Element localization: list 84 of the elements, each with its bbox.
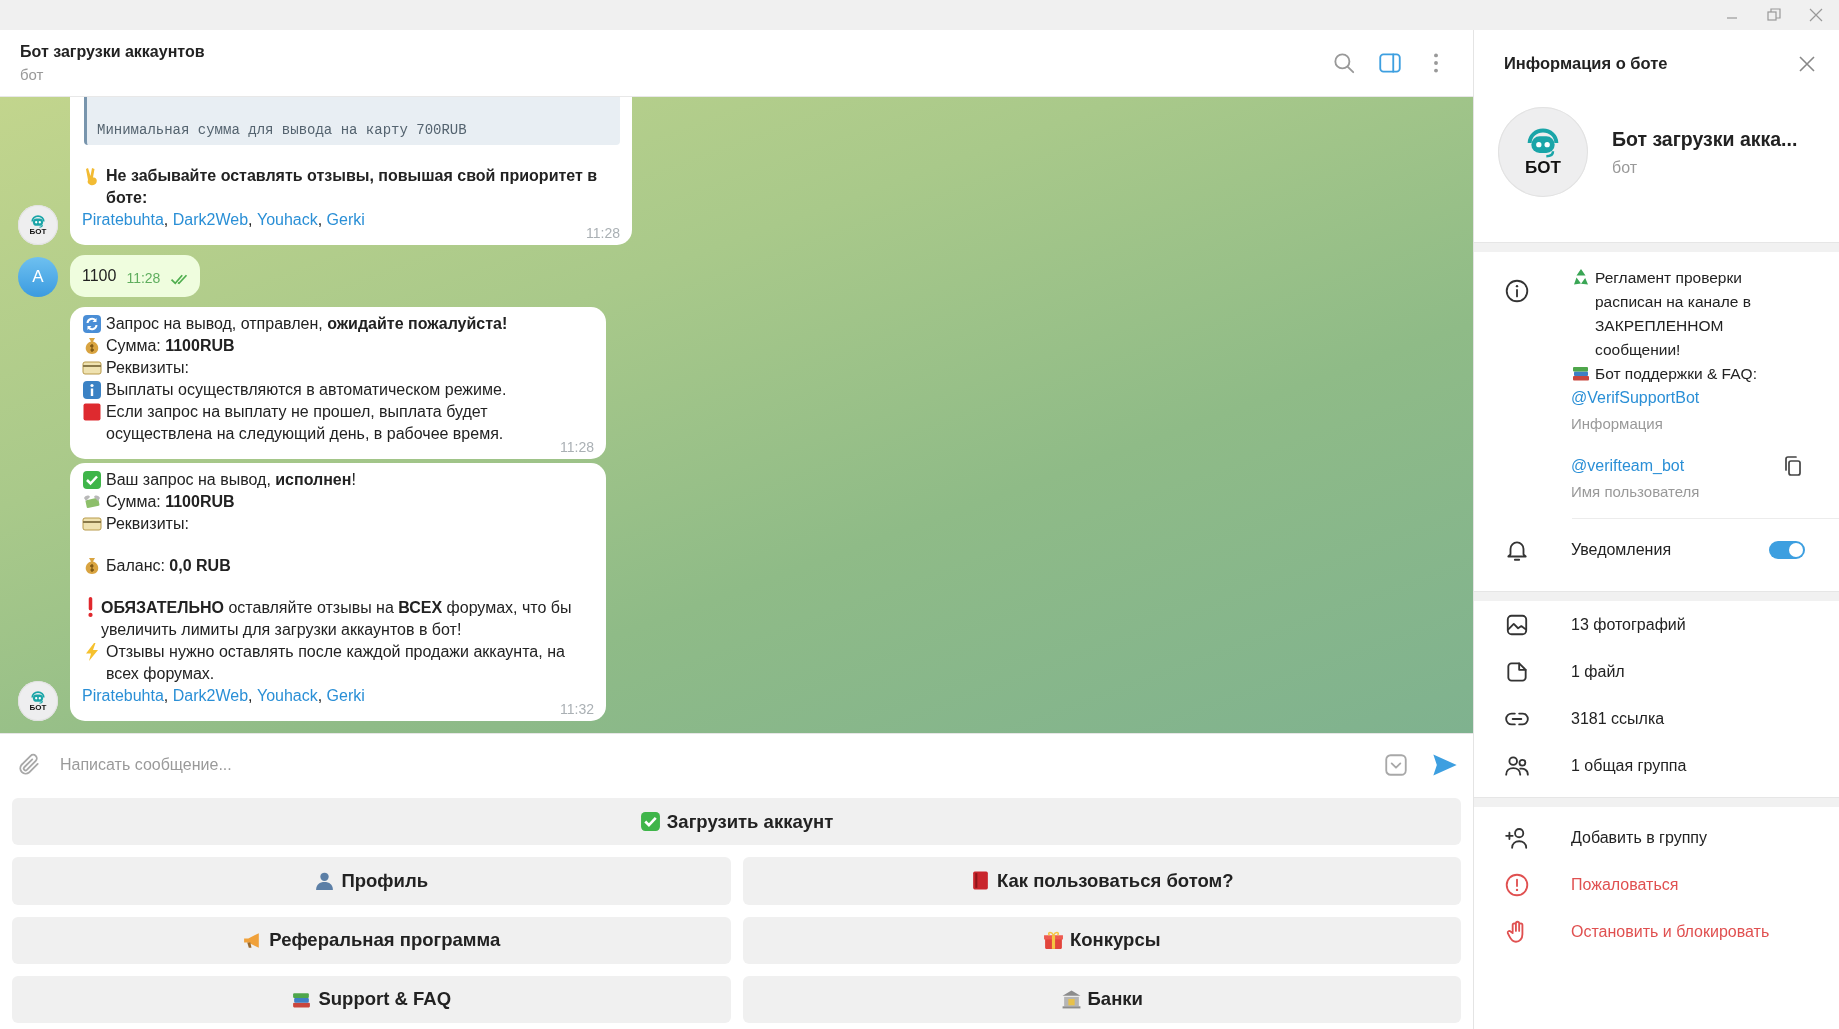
restore-icon[interactable] [1765,6,1783,24]
keyboard-button[interactable]: Банки [742,975,1461,1023]
bank-icon [1060,988,1082,1010]
message-time: 11:28 [560,438,594,457]
check-mark-icon [82,470,102,490]
side-panel-icon[interactable] [1377,50,1403,76]
message-text: Ваш запрос на вывод, исполнен! [106,470,356,490]
square-icon [82,402,102,422]
media-item[interactable]: 13 фотографий [1571,612,1686,637]
keyboard-button[interactable]: Загрузить аккаунт [12,798,1461,846]
warning-icon [1504,871,1530,898]
credit-card-icon [82,514,102,534]
keyboard-button[interactable]: Support & FAQ [12,975,731,1023]
panel-title: Информация о боте [1504,54,1668,73]
message-time: 11:28 [126,269,161,288]
media-item[interactable]: 1 общая группа [1571,753,1687,778]
action-item[interactable]: Добавить в группу [1571,825,1707,850]
bio-text: Бот поддержки & FAQ: [1595,364,1757,384]
separator-text: , [248,210,254,230]
gift-icon [1043,929,1064,951]
keyboard-button[interactable]: Конкурсы [742,916,1461,964]
field-caption: Имя пользователя [1571,482,1701,502]
forum-link[interactable]: Piratebuhta [82,685,164,707]
recycle-icon [1571,267,1591,287]
forum-link[interactable]: Youhack [256,685,318,707]
separator-text: , [317,210,324,230]
message-text: ОБЯЗАТЕЛЬНО оставляйте отзывы на ВСЕХ форумах, что бы увеличить лимиты для загрузки аккаунтов в бот! [101,598,573,640]
separator-text: , [248,686,254,706]
robot-icon [31,690,45,704]
notifications-toggle[interactable] [1769,541,1805,559]
check-mark-icon [639,811,661,833]
message-text: Сумма: 1100RUB [106,336,235,356]
message-time: 11:32 [560,700,594,719]
quote-text: Минимальная сумма для вывода на карту 700RUB [97,122,467,138]
action-item[interactable]: Пожаловаться [1571,872,1679,897]
chat-subtitle: бот [20,66,45,83]
keyboard-button[interactable]: Профиль [12,857,731,905]
support-link[interactable]: @VerifSupportBot [1571,386,1813,410]
info-icon [1504,278,1530,304]
keyboard-toggle-icon[interactable] [1383,751,1409,778]
message-text: Не забывайте оставлять отзывы, повышая свой приоритет в боте: [106,166,599,208]
avatar-label: БОТ [29,703,47,712]
profile-subtitle: бот [1612,158,1639,177]
notifications-label: Уведомления [1571,540,1673,560]
keyboard-button[interactable]: Как пользоваться ботом? [742,857,1461,905]
message-text: Сумма: 1100RUB [106,492,235,512]
avatar-label: БОТ [29,227,47,236]
message-text: Реквизиты: [106,358,189,378]
bio-text: Регламент проверки расписан на канале в ЗАКРЕПЛЕННОМ сообщении! [1595,268,1752,360]
info-icon [82,380,102,400]
close-icon[interactable] [1807,6,1825,24]
search-icon[interactable] [1331,50,1357,76]
message-input[interactable]: Написать сообщение... [56,749,1369,780]
message-text: Реквизиты: [106,514,189,534]
profile-name: Бот загрузки акка... [1612,127,1799,151]
user-avatar: A [18,257,58,297]
forum-link[interactable]: Gerki [326,685,365,707]
media-item[interactable]: 1 файл [1571,659,1625,684]
avatar-label: БОТ [1525,159,1561,176]
robot-icon [1526,128,1560,158]
message-text: Выплаты осуществляются в автоматическом режиме. [106,380,507,400]
message-text: Баланс: 0,0 RUB [106,556,231,576]
action-item[interactable]: Остановить и блокировать [1571,919,1770,944]
separator-text: , [163,686,170,706]
forum-link[interactable]: Gerki [326,209,365,231]
message-text: Запрос на вывод, отправлен, ожидайте пожалуйста! [106,314,508,334]
credit-card-icon [82,358,102,378]
message-time: 11:28 [586,224,620,243]
separator-text: , [317,686,324,706]
field-caption: Информация [1571,414,1664,434]
message-text: Если запрос на выплату не прошел, выплата будет осуществлена на следующий день, в рабочее время. [106,402,505,444]
username-link[interactable]: @verifteam_bot [1571,454,1775,478]
forum-link[interactable]: Youhack [256,209,318,231]
person-icon [314,870,336,892]
refresh-icon [82,314,102,334]
robot-icon [31,214,45,228]
exclamation-icon [88,597,93,617]
keyboard-button[interactable]: Реферальная программа [12,916,731,964]
forum-link[interactable]: Piratebuhta [82,209,164,231]
media-item[interactable]: 3181 ссылка [1571,706,1665,731]
separator-text: , [163,210,170,230]
message-text: Отзывы нужно оставлять после каждой продажи аккаунта, на всех форумах. [106,642,566,684]
chat-title: Бот загрузки аккаунтов [20,43,205,61]
message-text: 1100 [82,266,117,286]
